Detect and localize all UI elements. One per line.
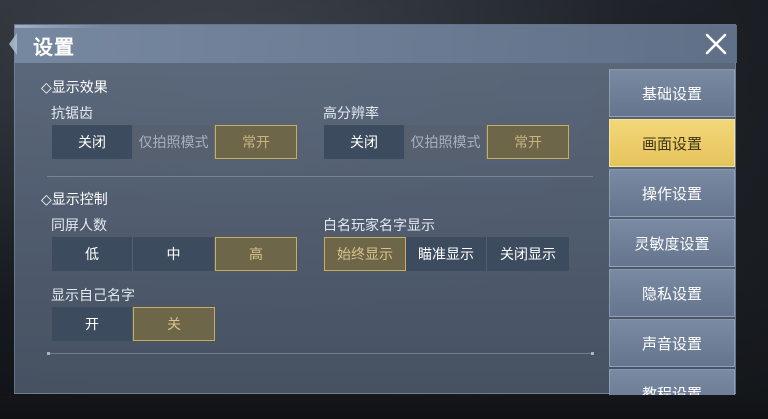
hires-option-always-on[interactable]: 常开 — [487, 125, 569, 159]
settings-dialog: 设置 ◇显示效果 抗锯齿 关闭 仅拍照模式 常开 高分辨率 关闭 仅拍照模式 常… — [9, 24, 737, 395]
title-accent-line — [15, 25, 105, 28]
divider-dot-right — [591, 352, 594, 355]
antialias-option-off[interactable]: 关闭 — [52, 125, 133, 159]
own-name-option-off[interactable]: 关 — [133, 307, 215, 341]
players-on-screen-segmented-control: 低 中 高 — [52, 237, 297, 271]
hires-option-photo-mode[interactable]: 仅拍照模式 — [405, 125, 487, 159]
whitelist-names-label: 白名玩家名字显示 — [323, 218, 435, 234]
bottom-divider — [49, 353, 593, 354]
title-notch-decoration — [9, 33, 17, 55]
section-display-control-title: ◇显示控制 — [41, 192, 108, 208]
tab-tutorial-settings[interactable]: 教程设置 — [609, 369, 735, 395]
hires-label: 高分辨率 — [323, 106, 379, 122]
antialias-option-always-on[interactable]: 常开 — [215, 125, 297, 159]
close-icon — [705, 33, 727, 55]
tab-sensitivity-settings[interactable]: 灵敏度设置 — [609, 219, 735, 267]
tab-control-settings[interactable]: 操作设置 — [609, 169, 735, 217]
antialias-option-photo-mode[interactable]: 仅拍照模式 — [133, 125, 215, 159]
tab-sound-settings[interactable]: 声音设置 — [609, 319, 735, 367]
players-option-medium[interactable]: 中 — [133, 237, 215, 271]
tab-privacy-settings[interactable]: 隐私设置 — [609, 269, 735, 317]
divider-dot-left — [47, 352, 50, 355]
whitelist-option-always[interactable]: 始终显示 — [324, 237, 406, 271]
tab-graphics-settings[interactable]: 画面设置 — [609, 119, 735, 167]
hires-segmented-control: 关闭 仅拍照模式 常开 — [324, 125, 569, 159]
settings-tab-sidebar: 基础设置 画面设置 操作设置 灵敏度设置 隐私设置 声音设置 教程设置 — [609, 69, 737, 395]
players-option-low[interactable]: 低 — [52, 237, 133, 271]
page-title: 设置 — [33, 35, 75, 59]
players-on-screen-label: 同屏人数 — [51, 218, 107, 234]
section-divider — [47, 176, 593, 177]
antialias-segmented-control: 关闭 仅拍照模式 常开 — [52, 125, 297, 159]
whitelist-names-segmented-control: 始终显示 瞄准显示 关闭显示 — [324, 237, 569, 271]
title-bar: 设置 — [9, 25, 737, 63]
antialias-label: 抗锯齿 — [51, 106, 93, 122]
settings-content: ◇显示效果 抗锯齿 关闭 仅拍照模式 常开 高分辨率 关闭 仅拍照模式 常开 ◇… — [15, 63, 605, 395]
whitelist-option-off[interactable]: 关闭显示 — [487, 237, 569, 271]
bottom-shadow — [0, 396, 768, 419]
section-display-effect-title: ◇显示效果 — [41, 80, 108, 96]
close-button[interactable] — [701, 29, 731, 59]
hires-option-off[interactable]: 关闭 — [324, 125, 405, 159]
players-option-high[interactable]: 高 — [215, 237, 297, 271]
own-name-label: 显示自己名字 — [51, 288, 135, 304]
tab-basic-settings[interactable]: 基础设置 — [609, 69, 735, 117]
own-name-segmented-control: 开 关 — [52, 307, 215, 341]
own-name-option-on[interactable]: 开 — [52, 307, 133, 341]
whitelist-option-aim[interactable]: 瞄准显示 — [406, 237, 487, 271]
